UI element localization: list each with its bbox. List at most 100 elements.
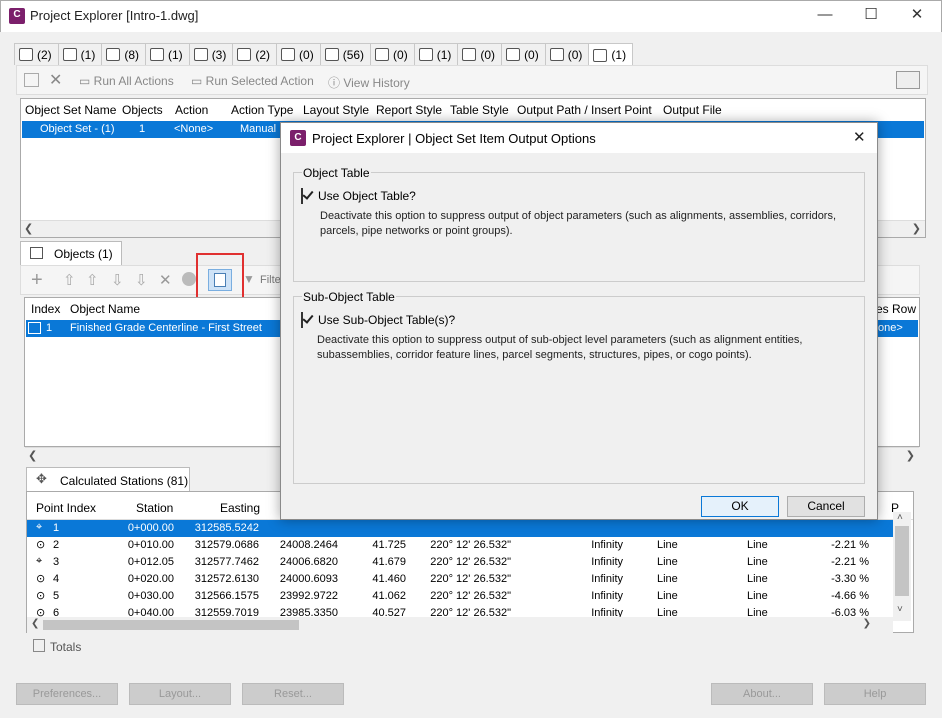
- tab-calculated-stations[interactable]: ✥ Calculated Stations (81): [26, 467, 190, 491]
- delete-icon[interactable]: ✕: [49, 70, 62, 90]
- output-options-dialog: C Project Explorer | Object Set Item Out…: [280, 122, 878, 520]
- tab-map[interactable]: (0): [370, 43, 415, 65]
- table-row[interactable]: ⊙ 2 0+010.00 312579.0686 24008.2464 41.725 220…: [27, 537, 893, 554]
- tab-table[interactable]: (0): [544, 43, 590, 65]
- point-index-cell: 5: [53, 590, 60, 602]
- t2-cell: Line: [747, 573, 768, 585]
- elev-cell: 41.460: [372, 573, 406, 585]
- ok-button[interactable]: OK: [701, 496, 779, 517]
- northing-cell: 23992.9722: [279, 590, 338, 602]
- objectset-icon: [593, 48, 608, 62]
- stations-vscroll[interactable]: ˄ ˅: [893, 512, 911, 621]
- close-icon[interactable]: ✕: [894, 2, 940, 28]
- checkbox-checked-icon: [301, 188, 303, 204]
- layout-menu-icon[interactable]: [896, 71, 920, 89]
- run-selected-button[interactable]: ▭ Run Selected Action: [191, 74, 314, 88]
- calculator-icon: [33, 639, 45, 652]
- new-objectset-icon[interactable]: [24, 73, 39, 87]
- dialog-close-icon[interactable]: ✕: [853, 128, 866, 146]
- tab-featureline[interactable]: (0): [276, 43, 321, 65]
- tab-profile[interactable]: (1): [145, 43, 190, 65]
- table-icon: [549, 48, 564, 61]
- dialog-title-bar: C Project Explorer | Object Set Item Out…: [281, 123, 877, 153]
- remove-icon[interactable]: ✕: [159, 271, 172, 289]
- use-sub-object-table-checkbox[interactable]: Use Sub-Object Table(s)?: [301, 312, 661, 328]
- checkbox-checked-icon: [301, 312, 303, 328]
- tab-count: (2): [255, 47, 271, 62]
- objectset-column-header[interactable]: Layout Style: [303, 103, 369, 117]
- tab-surface[interactable]: (56): [319, 43, 372, 65]
- tab-parcel[interactable]: (2): [232, 43, 278, 65]
- northing-cell: 24008.2464: [279, 539, 338, 551]
- move-bottom-icon[interactable]: ⇩: [135, 271, 148, 289]
- help-button[interactable]: Help: [824, 683, 926, 705]
- featureline-icon: [281, 48, 296, 61]
- run-all-button[interactable]: ▭ Run All Actions: [79, 74, 174, 88]
- sub-object-table-description: Deactivate this option to suppress outpu…: [317, 334, 803, 361]
- objectset-column-header[interactable]: Output Path / Insert Point: [517, 103, 652, 117]
- use-object-table-checkbox[interactable]: Use Object Table?: [301, 188, 661, 204]
- tab-count: (1): [80, 47, 96, 62]
- easting-cell: 312566.1575: [194, 590, 259, 602]
- totals-bar: Totals: [26, 636, 914, 656]
- dir-cell: 220° 12' 26.532": [430, 539, 511, 551]
- preferences-button[interactable]: Preferences...: [16, 683, 118, 705]
- tab-sampleline[interactable]: (3): [188, 43, 234, 65]
- stations-rows: ⌖ 1 0+000.00 312585.5242 ⊙ 2 0+010.00 312579.06…: [27, 520, 893, 623]
- move-down-icon[interactable]: ⇩: [111, 271, 124, 289]
- t2-cell: Line: [747, 556, 768, 568]
- tab-objectset[interactable]: (1): [588, 43, 634, 66]
- index-header[interactable]: Index: [31, 302, 60, 316]
- tab-pipe[interactable]: (1): [413, 43, 459, 65]
- objectset-column-header[interactable]: Table Style: [450, 103, 509, 117]
- objectset-column-header[interactable]: Object Set Name: [25, 103, 116, 117]
- tab-corridor[interactable]: (8): [101, 43, 147, 65]
- tab-point[interactable]: (0): [501, 43, 546, 65]
- layout-button[interactable]: Layout...: [129, 683, 231, 705]
- move-up-icon[interactable]: ⇧: [86, 271, 99, 289]
- tab-count: (0): [524, 47, 539, 62]
- tab-alignment[interactable]: (2): [14, 43, 59, 65]
- maximize-icon[interactable]: ☐: [848, 2, 894, 28]
- profile-icon: [150, 48, 165, 61]
- alignment-icon: [19, 48, 33, 61]
- tab-objects[interactable]: Objects (1): [20, 241, 122, 265]
- point-index-header[interactable]: Point Index: [36, 501, 96, 515]
- point-index-cell: 1: [53, 522, 60, 534]
- objectset-column-header[interactable]: Action: [175, 103, 208, 117]
- parcel-icon: [237, 48, 252, 61]
- reset-button[interactable]: Reset...: [242, 683, 344, 705]
- dialog-app-icon: C: [290, 130, 306, 146]
- corridor-icon: [106, 48, 121, 61]
- tab-assembly[interactable]: (1): [57, 43, 103, 65]
- station-icon: ✥: [36, 471, 47, 486]
- clear-icon[interactable]: [182, 272, 196, 286]
- view-history-button[interactable]: ⓘ View History: [328, 74, 410, 91]
- easting-header[interactable]: Easting: [220, 501, 260, 515]
- objectset-column-header[interactable]: Action Type: [231, 103, 293, 117]
- tab-count: (1): [168, 47, 183, 62]
- filter-icon[interactable]: ▼: [243, 272, 255, 286]
- station-header[interactable]: Station: [136, 501, 173, 515]
- objectset-column-header[interactable]: Output File: [663, 103, 722, 117]
- cancel-button[interactable]: Cancel: [787, 496, 865, 517]
- object-name-header[interactable]: Object Name: [70, 302, 140, 316]
- minimize-icon[interactable]: —: [802, 2, 848, 28]
- objectset-column-header[interactable]: Objects: [122, 103, 163, 117]
- object-type-tabs: (2) (1) (8) (1) (3) (2) (0) (56) (0) (1) (0) (0) (0)…: [14, 43, 634, 66]
- add-icon[interactable]: +: [31, 269, 43, 292]
- t1-cell: Line: [657, 556, 678, 568]
- table-row[interactable]: ⌖ 1 0+000.00 312585.5242: [27, 520, 893, 537]
- northing-cell: 24006.6820: [279, 556, 338, 568]
- objectset-column-header[interactable]: Report Style: [376, 103, 442, 117]
- table-row[interactable]: ⌖ 3 0+012.05 312577.7462 24006.6820 41.679 220…: [27, 554, 893, 571]
- point-index-cell: 3: [53, 556, 60, 568]
- stations-hscroll[interactable]: ❮ ❯: [27, 617, 893, 633]
- tab-pressurepipe[interactable]: (0): [457, 43, 503, 65]
- move-top-icon[interactable]: ⇧: [63, 271, 76, 289]
- table-row[interactable]: ⊙ 5 0+030.00 312566.1575 23992.9722 41.062 220…: [27, 588, 893, 605]
- dir-cell: 220° 12' 26.532": [430, 556, 511, 568]
- table-row[interactable]: ⊙ 4 0+020.00 312572.6130 24000.6093 41.460 220…: [27, 571, 893, 588]
- rows-header[interactable]: es Row: [876, 302, 916, 316]
- about-button[interactable]: About...: [711, 683, 813, 705]
